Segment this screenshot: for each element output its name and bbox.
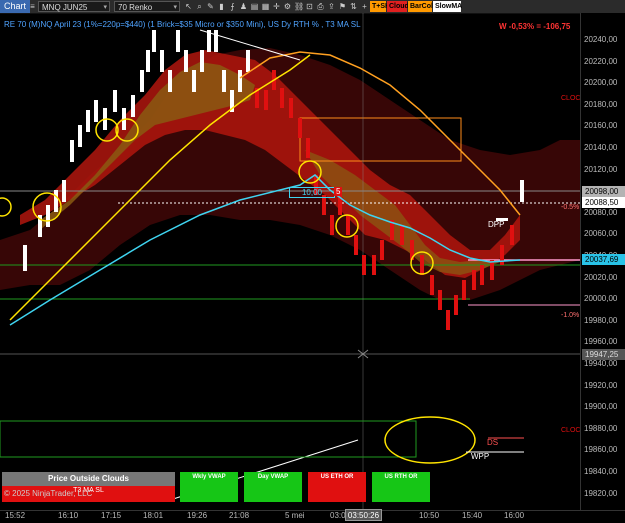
value-box: 10,00	[289, 187, 335, 198]
time-tick: 19:26	[187, 511, 208, 520]
price-tick: 20200,00	[584, 78, 618, 88]
wpp-label: WPP	[471, 452, 490, 461]
price-tick: 20080,00	[584, 207, 618, 217]
price-tick: 20140,00	[584, 143, 618, 152]
drawing-tools-icon[interactable]: ✎	[206, 2, 215, 11]
link-icon[interactable]: ⛓	[294, 2, 304, 11]
time-tick: 5 mei	[285, 511, 305, 520]
time-tick: 18:01	[143, 511, 164, 520]
green-zone-box	[0, 420, 417, 458]
ds-label: DS	[487, 438, 499, 447]
time-tick: 17:15	[101, 511, 122, 520]
chart-tab[interactable]: Chart	[0, 0, 31, 13]
chevron-down-icon: ▾	[103, 4, 107, 11]
pnl-label: W -0,53% = -106,75	[499, 22, 571, 31]
strategies-icon[interactable]: ♟	[239, 2, 248, 11]
pct-label-neg: -1.0%	[561, 312, 580, 319]
price-tick: 20180,00	[584, 99, 618, 109]
data-box-icon[interactable]: ▦	[261, 2, 270, 11]
price-tick: 20060,00	[584, 229, 618, 239]
price-outside-clouds-button[interactable]: Price Outside Clouds	[2, 472, 175, 486]
cursor-time-label: 03:50:26	[345, 509, 382, 521]
cloc-label-bottom: CLOC	[561, 427, 581, 434]
dpp-label: DPP	[488, 220, 505, 229]
add-icon[interactable]: +	[360, 2, 369, 11]
instrument-label: MNQ JUN25	[42, 3, 88, 12]
price-tick: 19920,00	[584, 380, 618, 390]
time-tick: 16:10	[58, 511, 79, 520]
copyright: © 2025 NinjaTrader, LLC	[4, 489, 93, 498]
time-axis[interactable]	[0, 510, 625, 523]
indicators-icon[interactable]: ⨍	[228, 2, 237, 11]
price-tick: 19980,00	[584, 315, 618, 325]
price-tick: 19940,00	[584, 359, 618, 368]
time-tick: 15:40	[462, 511, 483, 520]
price-tick: 20120,00	[584, 164, 618, 174]
time-tick: 16:00	[504, 511, 525, 520]
cursor-icon[interactable]: ↖	[184, 2, 193, 11]
templates-icon[interactable]: ▤	[250, 2, 259, 11]
price-marker-vwap: 20037,69	[582, 254, 625, 265]
price-marker-level: 19947,25	[582, 349, 625, 360]
screenshot-icon[interactable]: ⎙	[316, 2, 325, 11]
toggle-barcol[interactable]: BarCol	[408, 1, 433, 12]
price-tick: 19960,00	[584, 337, 618, 347]
price-tick: 19820,00	[584, 488, 618, 498]
price-tick: 20220,00	[584, 56, 618, 66]
price-tick: 19880,00	[584, 423, 618, 433]
price-tick: 20160,00	[584, 121, 618, 131]
chevron-down-icon: ▾	[173, 4, 177, 11]
price-tick: 20000,00	[584, 294, 618, 304]
properties-icon[interactable]: ⚙	[283, 2, 292, 11]
toggle-tsk[interactable]: T+SK	[370, 1, 390, 12]
share-icon[interactable]: ⇪	[327, 2, 336, 11]
yellow-ellipse	[384, 416, 476, 464]
chart-toolbar: Chart ≡ MNQ JUN25 ▾ 70 Renko ▾ ↖ ⌕ ✎ ▮ ⨍…	[0, 0, 625, 14]
day-vwap-button[interactable]: Day VWAP	[244, 472, 302, 502]
toggle-cloud[interactable]: Cloud	[387, 1, 409, 12]
price-tick: 19900,00	[584, 402, 618, 412]
pct-label-pos: -0.5%	[561, 204, 580, 211]
count-box: 5	[334, 187, 343, 196]
bar-type-selector[interactable]: 70 Renko ▾	[114, 1, 180, 12]
us-eth-or-button[interactable]: US ETH OR	[308, 472, 366, 502]
zoom-icon[interactable]: ⌕	[195, 2, 204, 11]
alert-icon[interactable]: ⚑	[338, 2, 347, 11]
time-tick: 15:52	[5, 511, 26, 520]
us-rth-or-button[interactable]: US RTH OR	[372, 472, 430, 502]
bar-type-label: 70 Renko	[118, 3, 153, 12]
instrument-selector[interactable]: MNQ JUN25 ▾	[38, 1, 110, 12]
weekly-vwap-button[interactable]: Wkly VWAP	[180, 472, 238, 502]
trade-icon[interactable]: ⇅	[349, 2, 358, 11]
toggle-slowma[interactable]: SlowMA	[433, 1, 462, 12]
bar-style-icon[interactable]: ▮	[217, 2, 226, 11]
price-marker-last: 20098,00	[582, 186, 625, 197]
price-tick: 20020,00	[584, 272, 618, 282]
chart-info-line: RE 70 (M)NQ April 23 (1%=220p=$440) (1 B…	[4, 20, 361, 29]
price-tick: 20240,00	[584, 35, 618, 44]
cloc-label-top: CLOC	[561, 95, 581, 102]
price-tick: 19840,00	[584, 467, 618, 476]
price-chart[interactable]	[0, 13, 580, 510]
time-tick: 21:08	[229, 511, 250, 520]
lock-icon[interactable]: ⊡	[305, 2, 314, 11]
settings-icon[interactable]: ≡	[28, 2, 37, 11]
crosshair-icon[interactable]: ✛	[272, 2, 281, 11]
price-marker-cursor: 20088,50	[582, 197, 625, 208]
time-tick: 10:50	[419, 511, 440, 520]
price-tick: 19860,00	[584, 445, 618, 455]
